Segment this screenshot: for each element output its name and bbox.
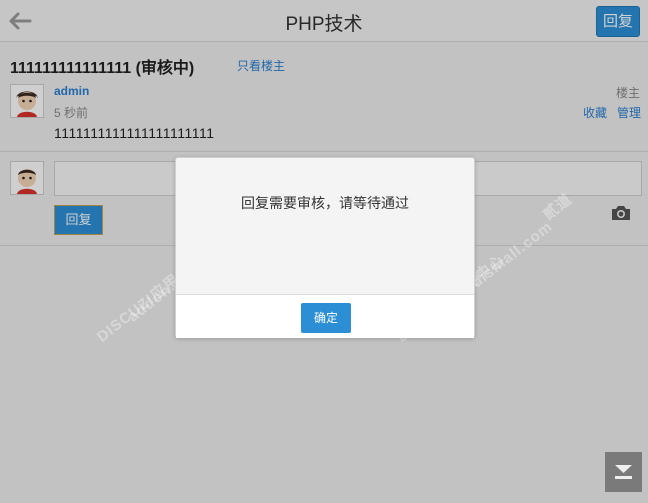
dialog-footer: 确定 [176,294,474,338]
arrow-down-to-bottom-icon [615,465,632,479]
dialog-message: 回复需要审核，请等待通过 [241,195,409,211]
scroll-bottom-button[interactable] [605,452,642,492]
review-dialog: 回复需要审核，请等待通过 确定 [175,157,475,338]
dialog-ok-button[interactable]: 确定 [301,303,351,333]
